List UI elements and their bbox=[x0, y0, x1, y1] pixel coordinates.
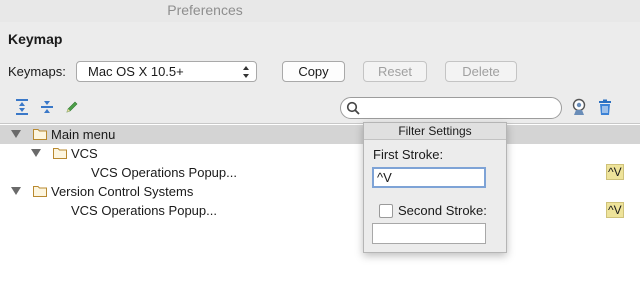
tree-row-label: VCS Operations Popup... bbox=[91, 165, 237, 180]
filter-settings-popup: Filter Settings First Stroke: ^V Second … bbox=[363, 122, 507, 253]
first-stroke-label: First Stroke: bbox=[373, 147, 444, 162]
second-stroke-checkbox[interactable] bbox=[379, 204, 393, 218]
tree-row-label: Version Control Systems bbox=[51, 184, 194, 199]
second-stroke-input[interactable] bbox=[372, 223, 486, 244]
folder-icon bbox=[53, 148, 67, 159]
tree-row-vcs[interactable]: VCS bbox=[0, 144, 640, 163]
second-stroke-label: Second Stroke: bbox=[398, 203, 487, 218]
expanded-triangle-icon[interactable] bbox=[11, 187, 21, 195]
search-input[interactable] bbox=[340, 97, 562, 119]
reset-button[interactable]: Reset bbox=[363, 61, 427, 82]
shortcut-badge: ^V bbox=[606, 164, 624, 180]
expand-all-icon[interactable] bbox=[14, 99, 30, 115]
first-stroke-value: ^V bbox=[377, 170, 392, 185]
keymap-tree[interactable]: Main menu VCS VCS Operations Popup... ^V… bbox=[0, 123, 640, 281]
collapse-all-icon[interactable] bbox=[39, 99, 55, 115]
expanded-triangle-icon[interactable] bbox=[31, 149, 41, 157]
tree-row-vcs-operations-popup[interactable]: VCS Operations Popup... ^V bbox=[0, 163, 640, 182]
expanded-triangle-icon[interactable] bbox=[11, 130, 21, 138]
tree-row-label: Main menu bbox=[51, 127, 116, 142]
tree-row-label: VCS bbox=[71, 146, 98, 161]
find-by-shortcut-icon[interactable] bbox=[570, 98, 588, 116]
tree-row-label: VCS Operations Popup... bbox=[71, 203, 217, 218]
section-title: Keymap bbox=[8, 31, 63, 47]
up-down-arrows-icon bbox=[243, 66, 249, 78]
trash-icon[interactable] bbox=[597, 99, 613, 116]
copy-button[interactable]: Copy bbox=[282, 61, 345, 82]
tree-row-vcs-operations-popup-2[interactable]: VCS Operations Popup... ^V bbox=[0, 201, 640, 220]
folder-icon bbox=[33, 129, 47, 140]
shortcut-badge: ^V bbox=[606, 202, 624, 218]
popup-title: Filter Settings bbox=[364, 123, 506, 140]
delete-button[interactable]: Delete bbox=[445, 61, 517, 82]
first-stroke-input[interactable]: ^V bbox=[372, 167, 486, 188]
tree-row-version-control-systems[interactable]: Version Control Systems bbox=[0, 182, 640, 201]
keymaps-label: Keymaps: bbox=[8, 64, 66, 79]
tree-row-main-menu[interactable]: Main menu bbox=[0, 125, 640, 144]
search-icon bbox=[346, 101, 360, 115]
edit-pencil-icon[interactable] bbox=[64, 99, 80, 115]
window-title: Preferences bbox=[167, 2, 243, 18]
folder-icon bbox=[33, 186, 47, 197]
keymaps-select[interactable]: Mac OS X 10.5+ bbox=[76, 61, 257, 82]
keymaps-select-value: Mac OS X 10.5+ bbox=[88, 64, 184, 79]
